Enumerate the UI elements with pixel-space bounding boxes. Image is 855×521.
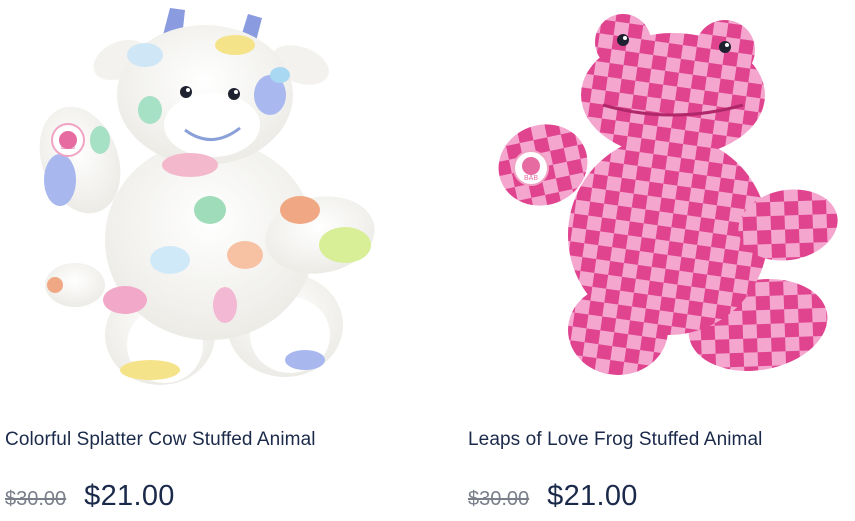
original-price: $30.00 — [468, 488, 530, 510]
sale-price: $21.00 — [547, 480, 638, 512]
svg-text:BAB: BAB — [524, 175, 538, 182]
product-name[interactable]: Leaps of Love Frog Stuffed Animal — [468, 429, 762, 451]
svg-text:BAB: BAB — [61, 144, 75, 151]
frog-plush-illustration: BAB — [498, 14, 838, 375]
product-image-frog[interactable]: BAB — [463, 0, 855, 405]
sale-price: $21.00 — [84, 480, 175, 512]
product-card-cow[interactable]: BAB Colorful Splatter Cow Stuffed Animal… — [0, 0, 400, 521]
product-card-frog[interactable]: BAB Leaps of Love Frog Stuffed Animal $3… — [463, 0, 855, 521]
product-image-cow[interactable]: BAB — [0, 0, 400, 405]
original-price: $30.00 — [5, 488, 67, 510]
cow-plush-illustration: BAB — [39, 8, 375, 385]
price-group: $30.00 $21.00 — [5, 480, 175, 520]
product-name[interactable]: Colorful Splatter Cow Stuffed Animal — [5, 429, 316, 451]
price-group: $30.00 $21.00 — [468, 480, 638, 520]
